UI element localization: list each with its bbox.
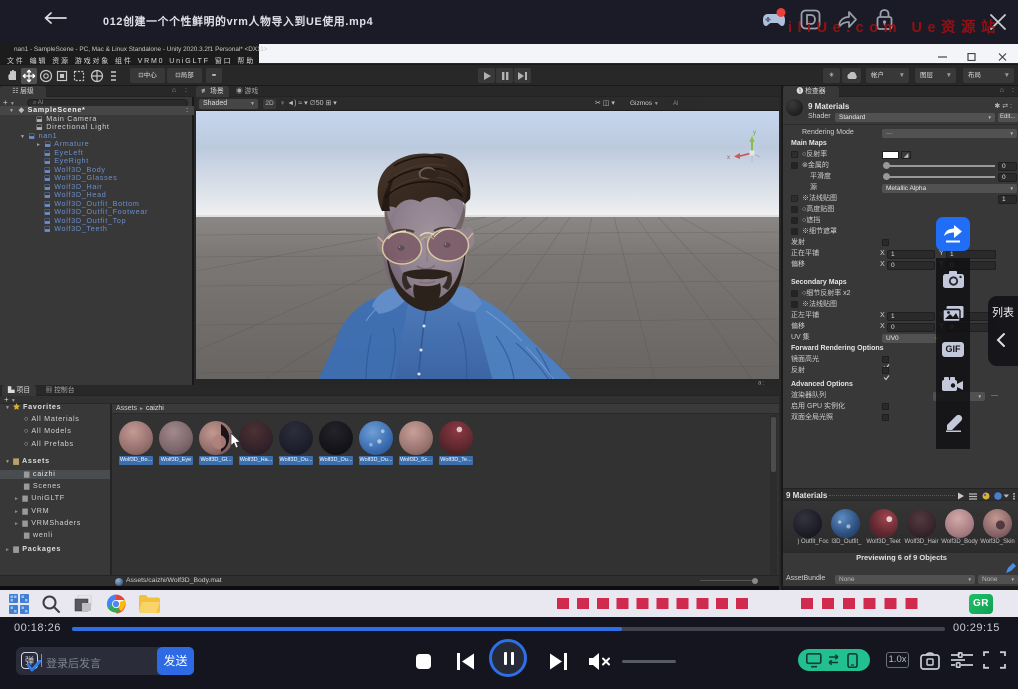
svg-text:y: y [753, 130, 756, 136]
svg-text:x: x [727, 155, 730, 161]
